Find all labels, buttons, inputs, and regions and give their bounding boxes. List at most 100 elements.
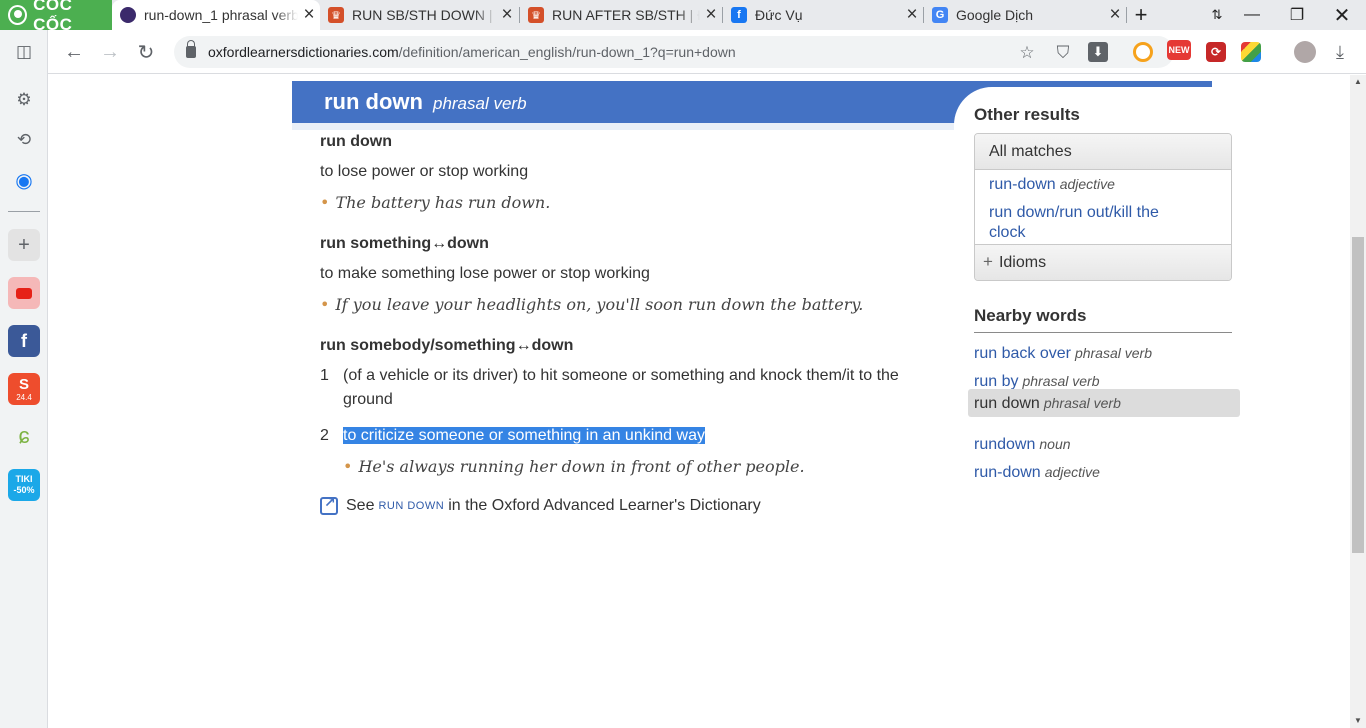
sense-definition: to make something lose power or stop wor… (320, 265, 650, 282)
see-suffix: in the Oxford Advanced Learner's Diction… (448, 497, 761, 514)
tab-google-translate[interactable]: G Google Dịch × (924, 0, 1126, 30)
match-word[interactable]: run down/run out/kill the clock (989, 204, 1159, 241)
nearby-pos: phrasal verb (1043, 395, 1121, 411)
messenger-icon[interactable]: ◉ (8, 164, 40, 196)
color-ext-icon[interactable] (1241, 42, 1261, 62)
bookmark-star-icon[interactable]: ☆ (1016, 42, 1038, 64)
scroll-up-icon[interactable]: ▲ (1350, 75, 1366, 89)
minimize-button[interactable]: — (1232, 0, 1272, 30)
nearby-word[interactable]: run down (974, 395, 1040, 412)
sense-definition-highlighted: to criticize someone or something in an … (343, 424, 923, 448)
sense-definition: to lose power or stop working (320, 163, 529, 180)
nearby-word[interactable]: run by (974, 373, 1018, 390)
sense-example: • He's always running her down in front o… (343, 457, 805, 476)
oxford-favicon-icon (120, 7, 136, 23)
tab-title: RUN SB/STH DOWN | Định nghĩa (352, 7, 496, 23)
idioms-label: Idioms (998, 254, 1047, 271)
sense-example: • If you leave your headlights on, you'll… (320, 295, 863, 314)
browser-sidebar: ◫ ⚙ ⟲ ◉ + f S 24.4 ɕ TIKI -50% (0, 30, 48, 728)
reload-button[interactable]: ↻ (132, 38, 160, 66)
coccoc-leaf-icon[interactable]: ɕ (8, 420, 40, 452)
external-link-icon[interactable] (320, 494, 338, 515)
selected-text[interactable]: to criticize someone or something in an … (343, 427, 705, 444)
coccoc-logo-icon (8, 5, 28, 25)
headword: run down (324, 89, 423, 114)
scrollbar-thumb[interactable] (1352, 237, 1364, 553)
downloads-icon[interactable]: ⤓ (1326, 38, 1354, 66)
close-tab-icon[interactable]: × (901, 4, 923, 26)
nearby-item[interactable]: rundown noun (974, 436, 1071, 454)
tab-cambridge-2[interactable]: ♛ RUN AFTER SB/STH | Định nghĩa × (520, 0, 722, 30)
sense-phrase: run down (320, 133, 392, 150)
tiki-icon[interactable]: TIKI -50% (8, 469, 40, 501)
page-content: run down phrasal verb run down to lose p… (48, 75, 1350, 728)
example-text: He's always running her down in front of… (358, 457, 805, 476)
match-pos: adjective (1059, 176, 1115, 192)
nearby-words-title: Nearby words (974, 306, 1232, 333)
sense-phrase: run something↔down (320, 235, 489, 252)
nearby-item-current[interactable]: run down phrasal verb (968, 389, 1240, 417)
bullet-icon: • (320, 193, 330, 212)
forward-button[interactable]: → (96, 38, 124, 66)
nearby-pos: phrasal verb (1074, 345, 1152, 361)
close-window-button[interactable]: ✕ (1322, 0, 1362, 30)
nearby-item[interactable]: run back over phrasal verb (974, 345, 1152, 363)
headword-pos: phrasal verb (432, 94, 527, 113)
back-button[interactable]: ← (60, 38, 88, 66)
nearby-pos: phrasal verb (1022, 373, 1100, 389)
bullet-icon: • (343, 457, 353, 476)
other-results-title: Other results (974, 105, 1080, 124)
match-word[interactable]: run-down (989, 176, 1056, 193)
profile-avatar[interactable] (1294, 41, 1316, 63)
close-tab-icon[interactable]: × (298, 4, 320, 26)
shopee-icon[interactable]: S 24.4 (8, 373, 40, 405)
close-tab-icon[interactable]: × (496, 4, 518, 26)
nearby-word[interactable]: rundown (974, 436, 1035, 453)
see-also-link[interactable]: run down (378, 500, 444, 512)
coccoc-ext-icon[interactable] (1133, 42, 1153, 62)
nearby-word[interactable]: run-down (974, 464, 1041, 481)
match-item[interactable]: run down/run out/kill the clock (975, 203, 1195, 243)
tab-title: Đức Vụ (755, 7, 803, 23)
nearby-item[interactable]: run-down adjective (974, 464, 1100, 482)
plus-icon: + (983, 252, 993, 271)
address-bar[interactable]: oxfordlearnersdictionaries.com/definitio… (174, 36, 1174, 68)
facebook-favicon-icon: f (731, 7, 747, 23)
idioms-expander[interactable]: + Idioms (975, 244, 1231, 280)
history-icon[interactable]: ⟲ (8, 124, 40, 156)
restore-button[interactable]: ❐ (1277, 0, 1317, 30)
settings-gear-icon[interactable]: ⚙ (8, 84, 40, 116)
coccoc-brand[interactable]: CỐC CỐC (0, 0, 112, 34)
results-sidebar: Other results All matches run-down adject… (954, 87, 1350, 727)
add-shortcut-icon[interactable]: + (8, 229, 40, 261)
scroll-down-icon[interactable]: ▼ (1350, 714, 1366, 728)
tab-title: run-down_1 phrasal verb (144, 7, 298, 23)
tab-cambridge-1[interactable]: ♛ RUN SB/STH DOWN | Định nghĩa × (320, 0, 518, 30)
tab-facebook[interactable]: f Đức Vụ × (723, 0, 923, 30)
nearby-word[interactable]: run back over (974, 345, 1071, 362)
tab-oxford[interactable]: run-down_1 phrasal verb × (112, 0, 320, 30)
youtube-icon[interactable] (8, 277, 40, 309)
page-scrollbar[interactable]: ▲ ▼ (1350, 75, 1366, 728)
tiki-label: TIKI -50% (13, 474, 35, 495)
new-tab-button[interactable]: + (1121, 0, 1161, 30)
facebook-icon[interactable]: f (8, 325, 40, 357)
refresh-ext-icon[interactable]: ⟳ (1206, 42, 1226, 62)
nearby-pos: noun (1039, 436, 1071, 452)
sense-number: 2 (320, 427, 329, 444)
tab-search-icon[interactable]: ⇅ (1197, 0, 1237, 30)
match-item[interactable]: run-down adjective (975, 174, 1231, 195)
url-host: oxfordlearnersdictionaries.com (208, 44, 399, 60)
sense-definition: (of a vehicle or its driver) to hit some… (343, 367, 899, 408)
url-path: /definition/american_english/run-down_1?… (398, 44, 736, 60)
all-matches-header[interactable]: All matches (975, 134, 1231, 170)
example-text: The battery has run down. (335, 193, 551, 212)
sense-number: 1 (320, 367, 329, 384)
tab-strip: CỐC CỐC run-down_1 phrasal verb × ♛ RUN … (0, 0, 1366, 34)
sidebar-toggle-icon[interactable]: ◫ (8, 36, 40, 68)
new-ext-icon[interactable]: NEW (1167, 40, 1191, 60)
download-page-icon[interactable]: ⬇ (1088, 42, 1108, 62)
close-tab-icon[interactable]: × (700, 4, 722, 26)
shield-icon[interactable]: ⛉ (1052, 42, 1074, 64)
tab-title: Google Dịch (956, 7, 1034, 23)
